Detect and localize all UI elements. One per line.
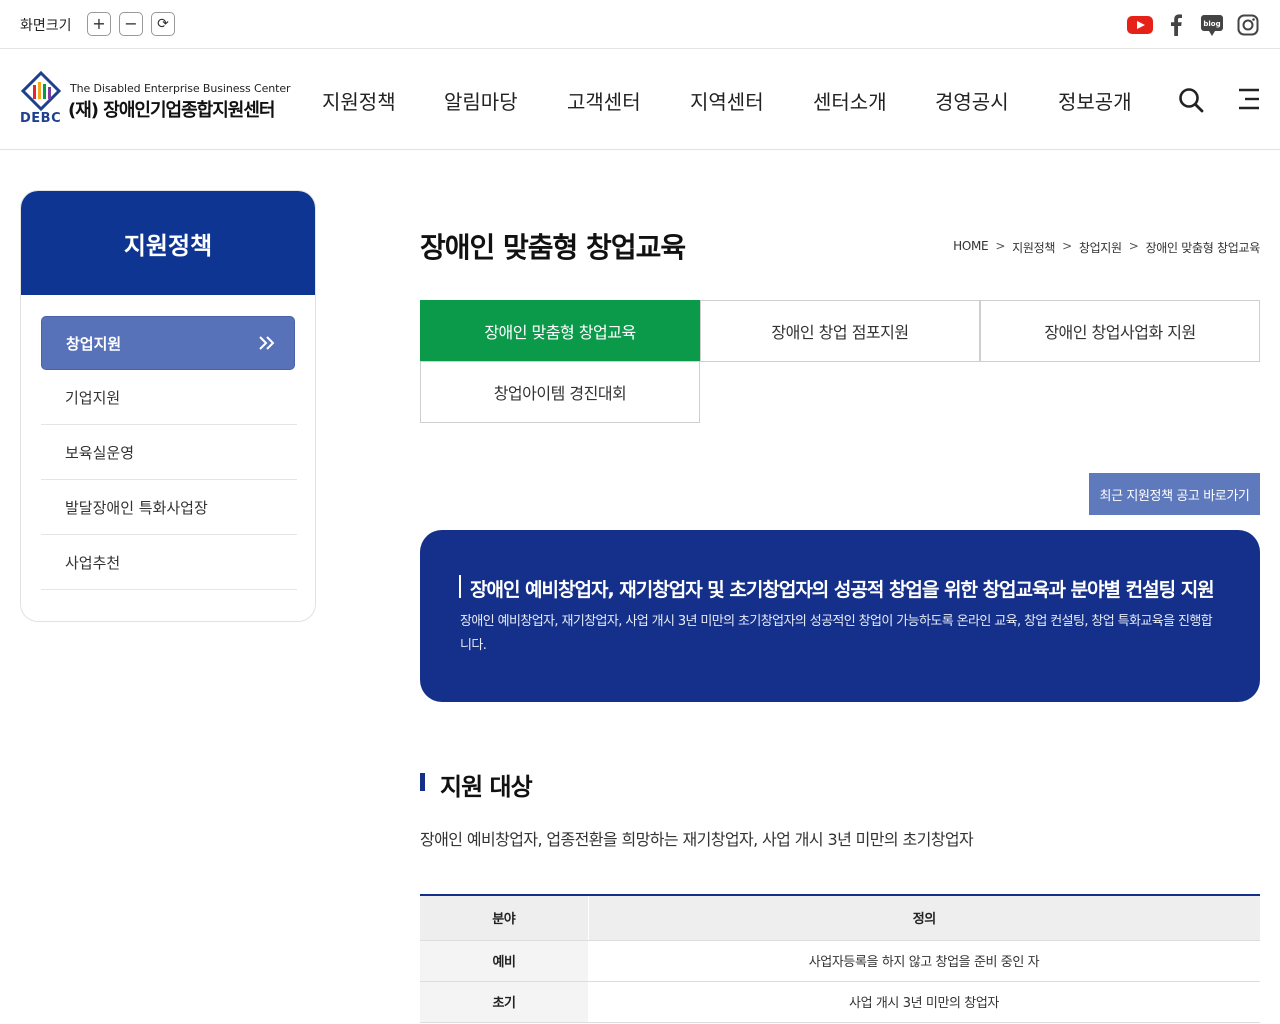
sidebar-item-label: 창업지원 (66, 334, 122, 353)
table-cell-field: 예비 (420, 940, 588, 982)
breadcrumb-separator: > (995, 239, 1006, 253)
breadcrumb-separator: > (1128, 239, 1139, 253)
gnb-regional-center[interactable]: 지역센터 (690, 86, 764, 115)
sidebar-item-developmental-workplace[interactable]: 발달장애인 특화사업장 (41, 480, 297, 535)
gnb-about[interactable]: 센터소개 (813, 86, 887, 115)
page-title: 장애인 맞춤형 창업교육 (420, 231, 686, 264)
breadcrumb-current: 장애인 맞춤형 창업교육 (1145, 241, 1261, 255)
blog-icon[interactable]: blog (1199, 12, 1225, 38)
gnb-management-disclosure[interactable]: 경영공시 (935, 86, 1009, 115)
gnb-info-disclosure[interactable]: 정보공개 (1058, 86, 1132, 115)
table-header-field: 분야 (420, 895, 589, 941)
breadcrumb: HOME > 지원정책 > 창업지원 > 장애인 맞춤형 창업교육 (953, 239, 1260, 256)
table-cell-field: 초기 (420, 981, 588, 1023)
zoom-in-button[interactable]: + (87, 12, 111, 36)
search-icon[interactable] (1178, 87, 1204, 117)
banner-description: 장애인 예비창업자, 재기창업자, 사업 개시 3년 미만의 초기창업자의 성공… (460, 614, 1213, 653)
logo-abbr: DEBC (20, 111, 62, 126)
sidebar-item-startup-support[interactable]: 창업지원 (41, 316, 295, 370)
sidebar-item-business-support[interactable]: 기업지원 (41, 370, 297, 425)
recent-policy-notice-button[interactable]: 최근 지원정책 공고 바로가기 (1089, 473, 1260, 515)
logo-mark-icon (21, 71, 61, 111)
table-cell-definition: 사업자등록을 하지 않고 창업을 준비 중인 자 (588, 940, 1260, 982)
banner-accent-bar (459, 575, 461, 598)
sidebar-item-label: 보육실운영 (65, 443, 135, 462)
gnb-notice[interactable]: 알림마당 (444, 86, 518, 115)
breadcrumb-separator: > (1062, 239, 1072, 253)
section-eligibility-text: 장애인 예비창업자, 업종전환을 희망하는 재기창업자, 사업 개시 3년 미만… (420, 830, 974, 849)
site-header: The Disabled Enterprise Business Center … (0, 49, 1280, 150)
section-accent-bar (420, 773, 425, 791)
youtube-icon[interactable] (1127, 12, 1153, 38)
side-navigation: 지원정책 창업지원 기업지원 보육실운영 발달장애인 특화사업장 사업추천 (20, 190, 316, 622)
site-logo[interactable]: The Disabled Enterprise Business Center … (20, 71, 291, 131)
table-header-row: 분야 정의 (420, 895, 1260, 941)
sidebar-item-business-recommendation[interactable]: 사업추천 (41, 535, 297, 590)
zoom-reset-button[interactable]: ⟳ (151, 12, 175, 36)
gnb-support-policy[interactable]: 지원정책 (322, 86, 396, 115)
program-summary-banner: 장애인 예비창업자, 재기창업자 및 초기창업자의 성공적 창업을 위한 창업교… (420, 530, 1260, 702)
tab-startup-commercialization[interactable]: 장애인 창업사업화 지원 (980, 300, 1260, 362)
tab-startup-store-support[interactable]: 장애인 창업 점포지원 (700, 300, 980, 362)
logo-english-name: The Disabled Enterprise Business Center (70, 82, 291, 95)
utility-bar: 화면크기 + − ⟳ blog (0, 0, 1280, 49)
breadcrumb-level-1[interactable]: 지원정책 (1012, 239, 1055, 256)
menu-icon[interactable] (1237, 87, 1261, 115)
table-cell-definition: 사업 개시 3년 미만의 창업자 (588, 981, 1260, 1023)
logo-korean-name: (재) 장애인기업종합지원센터 (68, 100, 275, 121)
facebook-icon[interactable] (1163, 12, 1189, 38)
blog-icon-text: blog (1203, 20, 1220, 28)
banner-title: 장애인 예비창업자, 재기창업자 및 초기창업자의 성공적 창업을 위한 창업교… (470, 579, 1215, 601)
sidebar-item-incubation[interactable]: 보육실운영 (41, 425, 297, 480)
table-header-definition: 정의 (588, 895, 1260, 941)
breadcrumb-level-2[interactable]: 창업지원 (1079, 239, 1122, 256)
gnb-customer-center[interactable]: 고객센터 (567, 86, 641, 115)
table-row: 초기 사업 개시 3년 미만의 창업자 (420, 981, 1260, 1023)
side-navigation-header: 지원정책 (21, 191, 315, 295)
sidebar-item-label: 기업지원 (65, 388, 121, 407)
sidebar-item-label: 사업추천 (65, 553, 121, 572)
instagram-icon[interactable] (1235, 12, 1261, 38)
section-title-eligibility: 지원 대상 (440, 773, 533, 801)
eligibility-table: 분야 정의 예비 사업자등록을 하지 않고 창업을 준비 중인 자 초기 사업 … (420, 894, 1260, 1023)
sub-tabs: 장애인 맞춤형 창업교육 장애인 창업 점포지원 장애인 창업사업화 지원 창업… (420, 300, 1260, 423)
tab-startup-item-contest[interactable]: 창업아이템 경진대회 (420, 361, 700, 423)
table-row: 예비 사업자등록을 하지 않고 창업을 준비 중인 자 (420, 940, 1260, 982)
tab-custom-startup-education[interactable]: 장애인 맞춤형 창업교육 (420, 300, 700, 362)
breadcrumb-home[interactable]: HOME (953, 239, 989, 256)
double-chevron-right-icon (259, 336, 275, 350)
sidebar-item-label: 발달장애인 특화사업장 (65, 498, 208, 517)
zoom-out-button[interactable]: − (119, 12, 143, 36)
side-navigation-title: 지원정책 (123, 231, 213, 260)
zoom-label: 화면크기 (20, 18, 72, 34)
